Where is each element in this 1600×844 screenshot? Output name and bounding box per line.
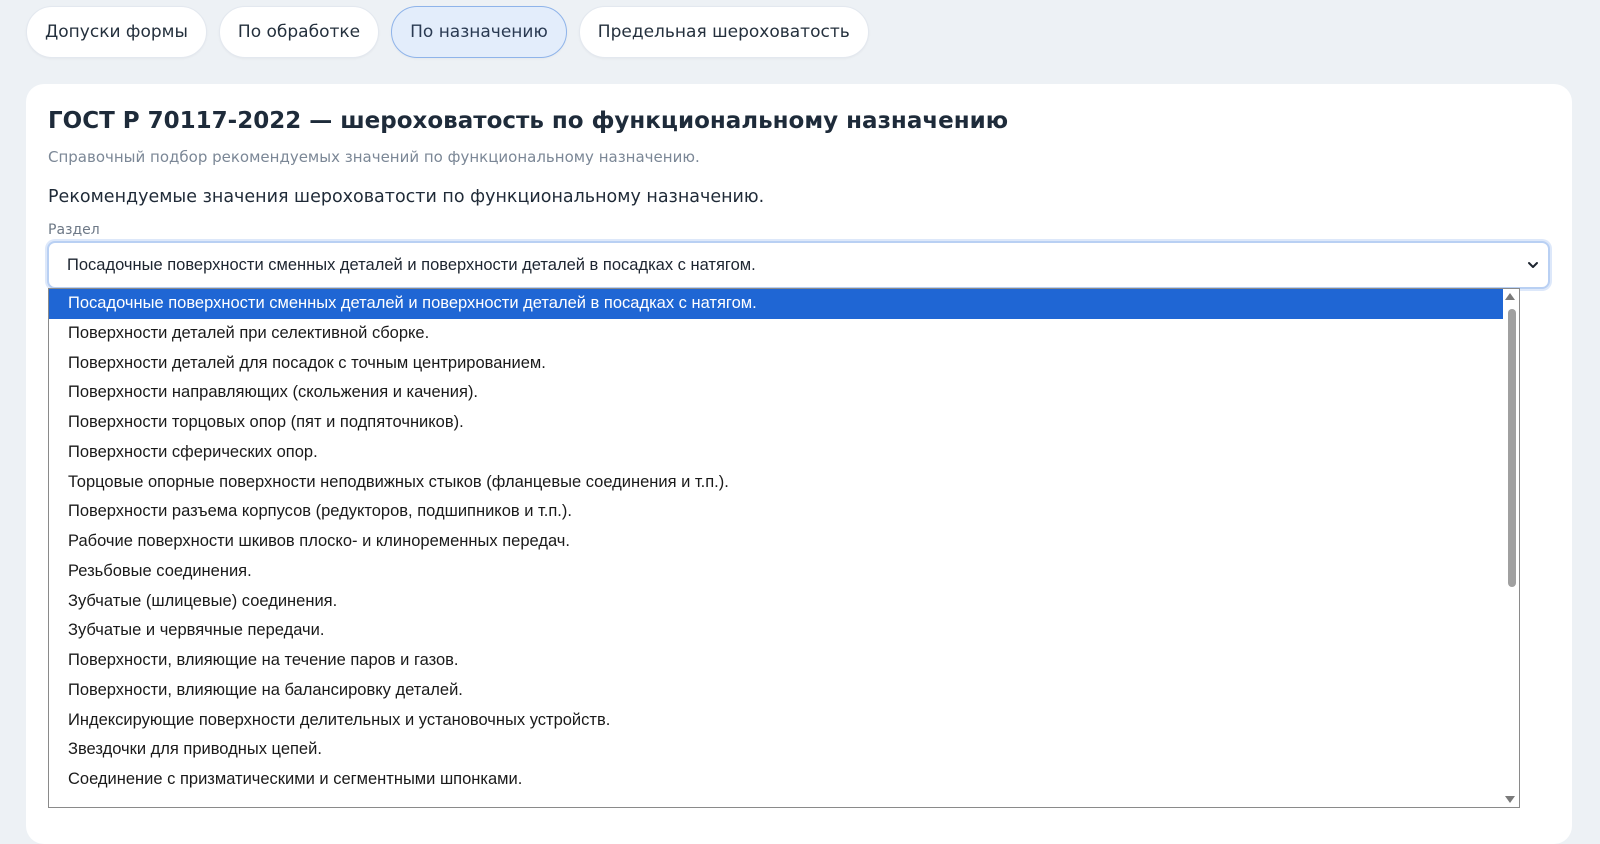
dropdown-options: Посадочные поверхности сменных деталей и… xyxy=(49,289,1519,795)
dropdown-option[interactable]: Индексирующие поверхности делительных и … xyxy=(49,706,1503,736)
dropdown-option[interactable]: Поверхности направляющих (скольжения и к… xyxy=(49,378,1503,408)
dropdown-option[interactable]: Зубчатые (шлицевые) соединения. xyxy=(49,587,1503,617)
dropdown-option[interactable]: Поверхности, влияющие на балансировку де… xyxy=(49,676,1503,706)
tab-by-purpose[interactable]: По назначению xyxy=(391,6,567,58)
scroll-up-arrow-icon[interactable] xyxy=(1505,293,1515,300)
dropdown-option[interactable]: Поверхности разъема корпусов (редукторов… xyxy=(49,497,1503,527)
chevron-down-icon xyxy=(1528,262,1538,268)
scrollbar-thumb[interactable] xyxy=(1508,309,1516,587)
section-description: Рекомендуемые значения шероховатости по … xyxy=(48,187,765,207)
tab-by-processing[interactable]: По обработке xyxy=(218,6,380,58)
dropdown-option[interactable]: Торцовые опорные поверхности неподвижных… xyxy=(49,468,1503,498)
dropdown-option[interactable]: Поверхности деталей для посадок с точным… xyxy=(49,349,1503,379)
section-select-label: Раздел xyxy=(48,222,100,238)
dropdown-option[interactable]: Посадочные поверхности сменных деталей и… xyxy=(49,289,1503,319)
dropdown-option[interactable]: Звездочки для приводных цепей. xyxy=(49,735,1503,765)
section-select-value: Посадочные поверхности сменных деталей и… xyxy=(67,255,756,274)
dropdown-option[interactable]: Зубчатые и червячные передачи. xyxy=(49,616,1503,646)
tab-form-tolerances[interactable]: Допуски формы xyxy=(26,6,207,58)
dropdown-option[interactable]: Поверхности, влияющие на течение паров и… xyxy=(49,646,1503,676)
dropdown-option[interactable]: Поверхности деталей при селективной сбор… xyxy=(49,319,1503,349)
tab-limit-roughness[interactable]: Предельная шероховатость xyxy=(578,6,869,58)
page-title: ГОСТ Р 70117-2022 — шероховатость по фун… xyxy=(48,108,1009,134)
dropdown-option[interactable]: Соединение с призматическими и сегментны… xyxy=(49,765,1503,795)
section-dropdown-list[interactable]: Посадочные поверхности сменных деталей и… xyxy=(48,288,1520,808)
dropdown-option[interactable]: Поверхности сферических опор. xyxy=(49,438,1503,468)
section-select[interactable]: Посадочные поверхности сменных деталей и… xyxy=(47,241,1550,289)
dropdown-scrollbar[interactable] xyxy=(1504,289,1519,807)
dropdown-option[interactable]: Поверхности торцовых опор (пят и подпято… xyxy=(49,408,1503,438)
tab-bar: Допуски формы По обработке По назначению… xyxy=(26,6,869,60)
dropdown-option[interactable]: Рабочие поверхности шкивов плоско- и кли… xyxy=(49,527,1503,557)
dropdown-option[interactable]: Резьбовые соединения. xyxy=(49,557,1503,587)
page-subtitle: Справочный подбор рекомендуемых значений… xyxy=(48,148,700,166)
